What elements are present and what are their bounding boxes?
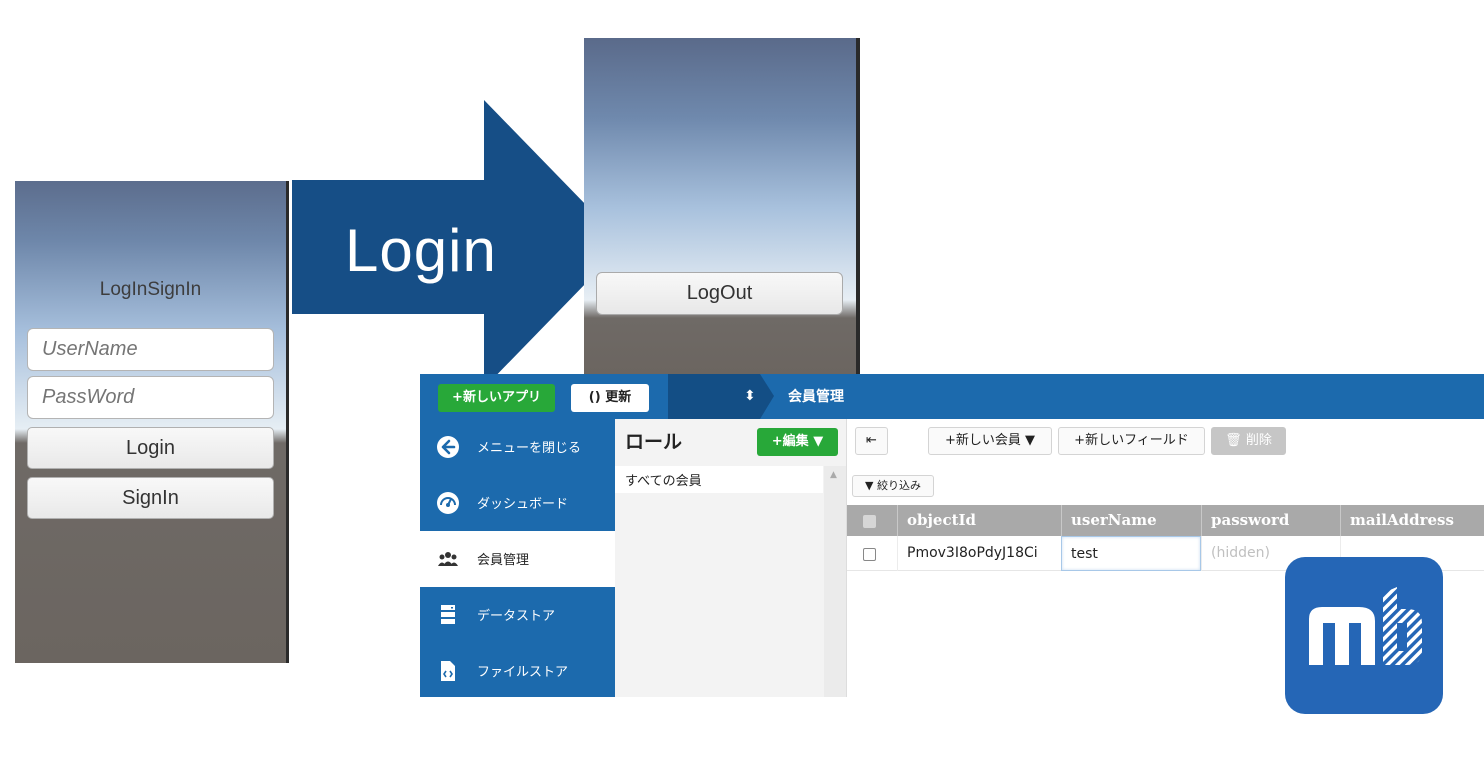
- roles-title: ロール: [625, 431, 683, 453]
- console-topbar: +新しいアプリ () 更新 ⬍ 会員管理: [420, 374, 1484, 419]
- cell-objectid[interactable]: Pmov3I8oPdyJ18Ci: [897, 536, 1061, 571]
- login-button[interactable]: Login: [27, 427, 274, 469]
- column-header-password[interactable]: password: [1201, 505, 1340, 536]
- edit-roles-button[interactable]: +編集 ▼: [757, 428, 838, 456]
- row-checkbox[interactable]: [863, 548, 876, 561]
- sort-toggle-icon[interactable]: ⬍: [744, 386, 756, 406]
- refresh-icon: (): [588, 390, 601, 405]
- users-icon: [438, 552, 458, 566]
- mbaas-logo: [1285, 557, 1443, 714]
- refresh-button[interactable]: () 更新: [571, 384, 649, 412]
- filter-button[interactable]: ▼ 絞り込み: [852, 475, 934, 497]
- password-input[interactable]: [27, 376, 274, 419]
- logout-screen: LogOut: [584, 38, 860, 374]
- file-code-icon: [441, 661, 455, 681]
- sidebar: メニューを閉じる ダッシュボード 会員管理 データストア ファイルストア: [420, 419, 615, 697]
- sidebar-item-label: データストア: [477, 609, 556, 624]
- column-header-username[interactable]: userName: [1061, 505, 1201, 536]
- new-member-button[interactable]: +新しい会員 ▼: [928, 427, 1052, 455]
- filter-icon: ▼: [865, 479, 874, 492]
- sidebar-item-filestore[interactable]: ファイルストア: [420, 643, 615, 697]
- username-input[interactable]: [27, 328, 274, 371]
- column-header-objectid[interactable]: objectId: [897, 505, 1061, 536]
- arrow-left-circle-icon: [437, 436, 459, 458]
- grid-header: objectId userName password mailAddress: [847, 505, 1484, 536]
- scroll-up-icon[interactable]: ▲: [830, 470, 837, 480]
- sidebar-item-datastore[interactable]: データストア: [420, 587, 615, 643]
- breadcrumb-separator: [760, 374, 774, 419]
- breadcrumb: 会員管理: [788, 389, 844, 405]
- sidebar-item-close-menu[interactable]: メニューを閉じる: [420, 419, 615, 475]
- delete-button[interactable]: 🗑 削除: [1211, 427, 1286, 455]
- roles-scrollbar[interactable]: ▲: [824, 466, 846, 697]
- select-all-checkbox[interactable]: [863, 515, 876, 528]
- sidebar-item-label: 会員管理: [477, 553, 530, 568]
- delete-label: 削除: [1245, 433, 1272, 448]
- new-field-button[interactable]: +新しいフィールド: [1058, 427, 1205, 455]
- login-screen: LogInSignIn Login SignIn: [15, 181, 289, 663]
- speedometer-icon: [437, 492, 459, 514]
- arrow-label: Login: [345, 217, 497, 284]
- logout-button[interactable]: LogOut: [596, 272, 843, 315]
- trash-icon: 🗑: [1225, 433, 1242, 448]
- login-screen-title: LogInSignIn: [99, 279, 202, 300]
- sidebar-item-dashboard[interactable]: ダッシュボード: [420, 475, 615, 531]
- collapse-panel-button[interactable]: ⇤: [855, 427, 888, 455]
- sidebar-item-label: メニューを閉じる: [477, 441, 582, 456]
- column-header-mailaddress[interactable]: mailAddress: [1340, 505, 1480, 536]
- sidebar-item-label: ファイルストア: [477, 665, 569, 680]
- row-select-cell[interactable]: [847, 536, 897, 571]
- cell-username[interactable]: test: [1061, 536, 1201, 571]
- sidebar-item-members[interactable]: 会員管理: [420, 531, 615, 587]
- new-app-button[interactable]: +新しいアプリ: [438, 384, 555, 412]
- select-all-column[interactable]: [847, 505, 897, 536]
- role-item-all-members[interactable]: すべての会員: [615, 466, 823, 493]
- refresh-label: 更新: [605, 390, 632, 405]
- filter-label: 絞り込み: [876, 479, 921, 492]
- database-icon: [441, 605, 455, 624]
- indent-left-icon: ⇤: [866, 433, 877, 448]
- roles-panel: ロール +編集 ▼ すべての会員 ▲: [615, 419, 847, 697]
- signin-button[interactable]: SignIn: [27, 477, 274, 519]
- sidebar-item-label: ダッシュボード: [477, 497, 569, 512]
